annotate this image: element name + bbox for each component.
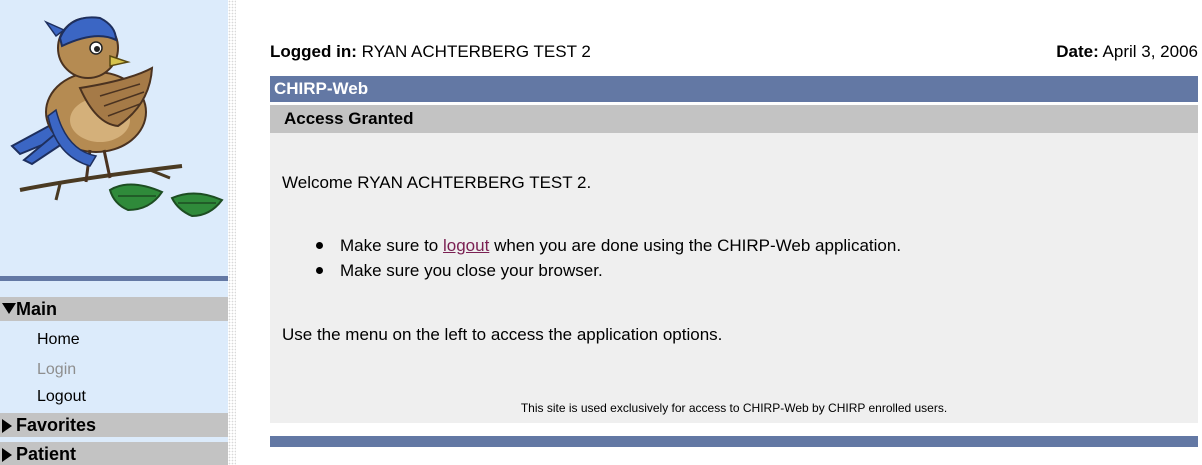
instruction-list: Make sure to logout when you are done us…	[310, 233, 901, 283]
list-item: Make sure you close your browser.	[310, 258, 901, 283]
nav-item-login: Login	[37, 361, 77, 378]
nav-item-home[interactable]: Home	[37, 329, 80, 351]
logo-panel	[0, 0, 228, 276]
triangle-right-icon	[2, 448, 12, 462]
bullet-text: Make sure you close your browser.	[340, 261, 603, 280]
logged-in-user: RYAN ACHTERBERG TEST 2	[361, 42, 591, 61]
nav-section-patient[interactable]: Patient	[0, 442, 228, 465]
date-info: Date: April 3, 2006	[1056, 40, 1198, 64]
session-info-bar: Logged in: RYAN ACHTERBERG TEST 2 Date: …	[270, 40, 1198, 64]
nav-section-label: Favorites	[16, 415, 97, 435]
sidebar-border	[228, 0, 236, 465]
nav-section-label: Patient	[16, 444, 77, 464]
menu-instruction: Use the menu on the left to access the a…	[282, 325, 723, 344]
section-title: Access Granted	[284, 109, 414, 128]
date-label: Date:	[1056, 42, 1099, 61]
footer-disclaimer: This site is used exclusively for access…	[520, 401, 948, 415]
page: Main Home Login Logout Favorites Patient…	[0, 0, 1202, 465]
bullet-text: Make sure to	[340, 236, 439, 255]
triangle-down-icon	[2, 303, 16, 314]
welcome-message: Welcome RYAN ACHTERBERG TEST 2.	[282, 173, 592, 192]
logout-link[interactable]: logout	[443, 236, 489, 255]
bullet-icon	[316, 267, 323, 274]
sidebar: Main Home Login Logout Favorites Patient	[0, 0, 228, 465]
app-title: CHIRP-Web	[274, 79, 369, 98]
section-title-bar: Access Granted	[270, 105, 1198, 133]
bullet-icon	[316, 242, 323, 249]
triangle-right-icon	[2, 419, 12, 433]
main-panel: Logged in: RYAN ACHTERBERG TEST 2 Date: …	[270, 0, 1198, 465]
content-panel: Welcome RYAN ACHTERBERG TEST 2. Make sur…	[270, 133, 1198, 423]
bird-mascot-icon	[10, 16, 224, 218]
app-title-bar: CHIRP-Web	[270, 76, 1198, 102]
date-value: April 3, 2006	[1102, 42, 1198, 61]
bottom-divider	[270, 436, 1198, 447]
nav-section-favorites[interactable]: Favorites	[0, 413, 228, 437]
logged-in-label: Logged in:	[270, 42, 357, 61]
logged-in-info: Logged in: RYAN ACHTERBERG TEST 2	[270, 40, 591, 64]
nav-item-logout[interactable]: Logout	[37, 386, 86, 408]
nav-section-label: Main	[16, 299, 58, 319]
nav-section-main[interactable]: Main	[0, 297, 228, 321]
list-item: Make sure to logout when you are done us…	[310, 233, 901, 258]
bullet-text: when you are done using the CHIRP-Web ap…	[494, 236, 902, 255]
sidebar-nav: Main Home Login Logout Favorites Patient	[0, 281, 228, 465]
